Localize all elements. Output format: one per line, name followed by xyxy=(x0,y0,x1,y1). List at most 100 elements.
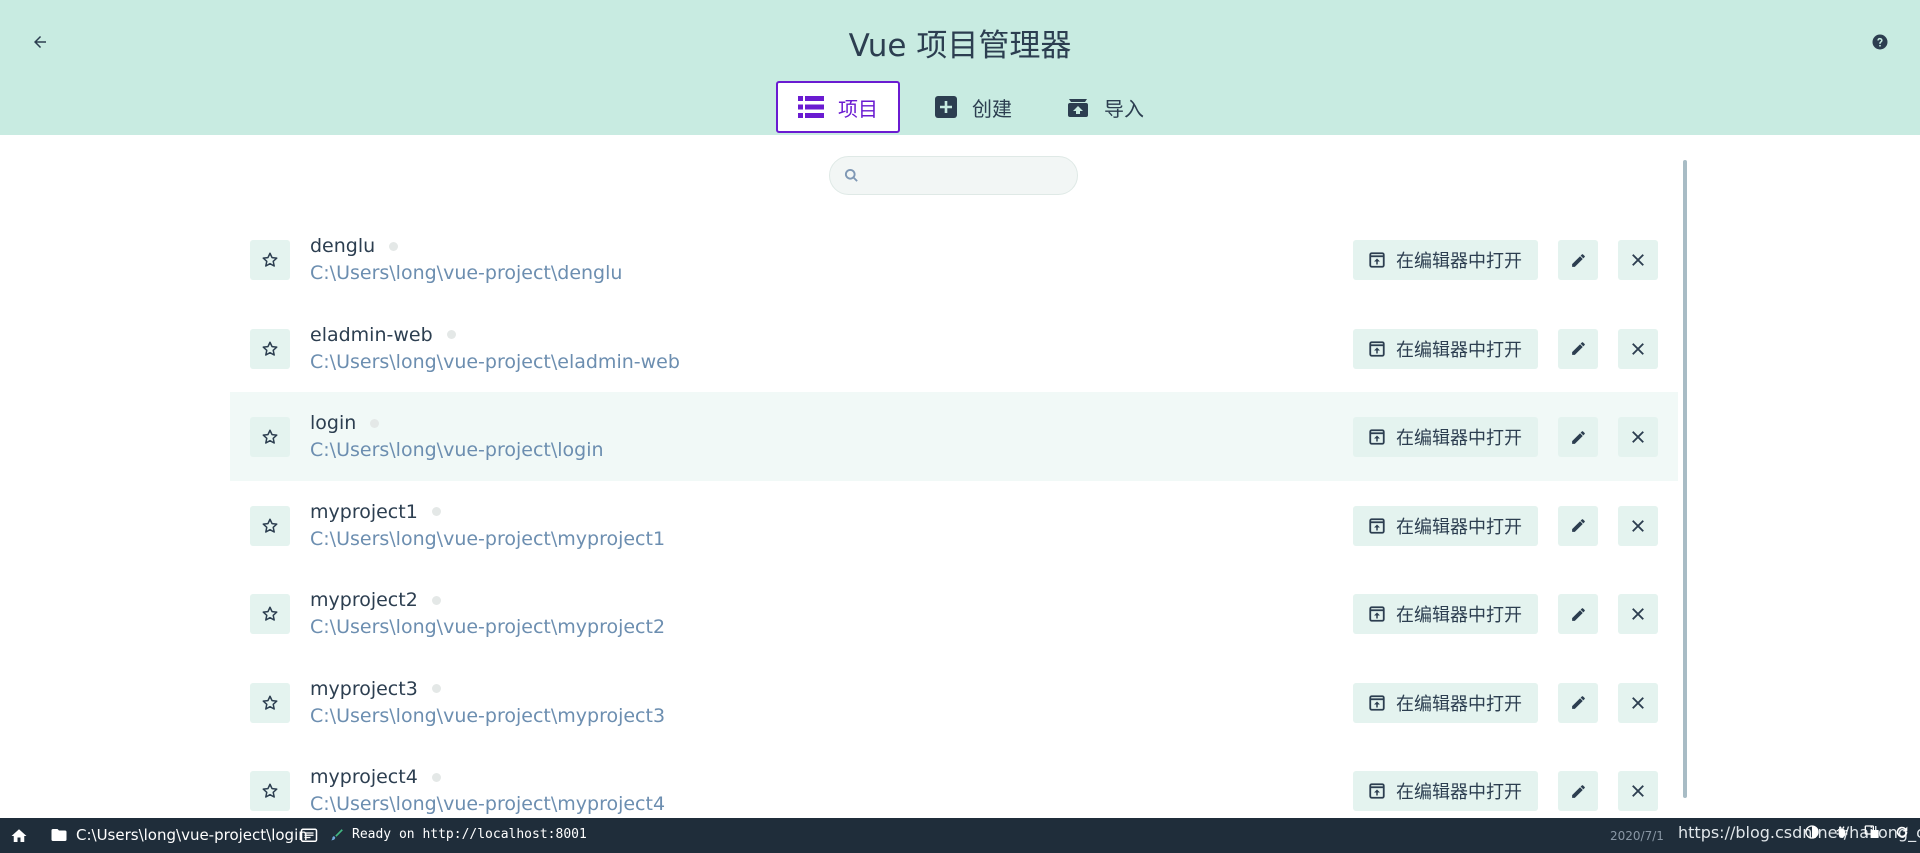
favorite-button[interactable] xyxy=(250,771,290,811)
project-path: C:\Users\long\vue-project\denglu xyxy=(310,262,623,284)
tab-create-label: 创建 xyxy=(972,96,1012,121)
tab-import[interactable]: 导入 xyxy=(1046,81,1164,133)
status-bar-actions xyxy=(1804,824,1910,840)
project-path: C:\Users\long\vue-project\myproject3 xyxy=(310,704,666,727)
translate-icon[interactable] xyxy=(1864,824,1880,840)
edit-button[interactable] xyxy=(1558,240,1598,280)
page-title: Vue 项目管理器 xyxy=(848,28,1072,64)
project-row-myproject1[interactable]: myproject1 C:\Users\long\vue-project\myp… xyxy=(230,481,1678,570)
close-icon xyxy=(1632,696,1644,709)
project-row-denglu[interactable]: denglu C:\Users\long\vue-project\denglu … xyxy=(230,215,1678,304)
remove-button[interactable] xyxy=(1618,328,1658,369)
project-name-text: myproject3 xyxy=(310,677,418,700)
star-outline-icon xyxy=(262,606,278,621)
tab-create[interactable]: 创建 xyxy=(914,81,1032,133)
remove-button[interactable] xyxy=(1618,682,1658,723)
project-name-text: myproject4 xyxy=(310,766,418,788)
open-in-editor-button[interactable]: 在编辑器中打开 xyxy=(1353,594,1538,634)
home-button[interactable] xyxy=(10,827,28,845)
project-row-login[interactable]: login C:\Users\long\vue-project\login 在编… xyxy=(230,392,1678,481)
close-icon xyxy=(1632,254,1644,266)
project-path: C:\Users\long\vue-project\myproject4 xyxy=(310,793,666,815)
search-box xyxy=(829,156,1078,195)
pencil-icon xyxy=(1571,696,1585,709)
edit-button[interactable] xyxy=(1558,328,1598,369)
status-dot xyxy=(431,507,441,516)
open-in-editor-button[interactable]: 在编辑器中打开 xyxy=(1353,505,1538,546)
star-outline-icon xyxy=(262,429,278,444)
favorite-button[interactable] xyxy=(250,240,290,280)
open-in-browser-icon xyxy=(1368,340,1386,358)
open-in-editor-button[interactable]: 在编辑器中打开 xyxy=(1353,771,1538,811)
project-name-text: eladmin-web xyxy=(310,323,433,346)
project-list: denglu C:\Users\long\vue-project\denglu … xyxy=(230,215,1678,835)
status-bar: C:\Users\long\vue-project\login Ready on… xyxy=(0,818,1920,853)
remove-button[interactable] xyxy=(1618,505,1658,546)
cwd-button[interactable]: C:\Users\long\vue-project\login xyxy=(50,826,308,844)
project-row-eladmin-web[interactable]: eladmin-web C:\Users\long\vue-project\el… xyxy=(230,304,1678,393)
star-outline-icon xyxy=(262,341,278,356)
remove-button[interactable] xyxy=(1618,240,1658,280)
star-outline-icon xyxy=(262,695,278,710)
refresh-icon[interactable] xyxy=(1894,824,1910,840)
pencil-icon xyxy=(1571,607,1585,621)
pencil-icon xyxy=(1571,519,1585,532)
open-in-browser-icon xyxy=(1368,782,1386,800)
project-row-myproject3[interactable]: myproject3 C:\Users\long\vue-project\myp… xyxy=(230,658,1678,747)
favorite-button[interactable] xyxy=(250,682,290,723)
open-in-editor-label: 在编辑器中打开 xyxy=(1396,605,1522,626)
remove-button[interactable] xyxy=(1618,594,1658,634)
open-in-editor-button[interactable]: 在编辑器中打开 xyxy=(1353,328,1538,369)
favorite-button[interactable] xyxy=(250,417,290,457)
project-path: C:\Users\long\vue-project\login xyxy=(310,439,604,461)
bug-icon[interactable] xyxy=(1834,824,1850,840)
open-in-editor-button[interactable]: 在编辑器中打开 xyxy=(1353,417,1538,457)
project-name: eladmin-web xyxy=(310,324,456,346)
open-in-editor-label: 在编辑器中打开 xyxy=(1396,516,1522,538)
project-name: myproject1 xyxy=(310,501,441,523)
pencil-icon xyxy=(1571,430,1585,444)
star-outline-icon xyxy=(262,518,278,533)
project-row-myproject2[interactable]: myproject2 C:\Users\long\vue-project\myp… xyxy=(230,569,1678,658)
open-in-editor-label: 在编辑器中打开 xyxy=(1396,693,1522,715)
open-in-browser-icon xyxy=(1368,694,1386,712)
status-dot xyxy=(431,595,441,605)
close-icon xyxy=(1632,431,1644,443)
favorite-button[interactable] xyxy=(250,505,290,546)
search-icon xyxy=(844,168,858,182)
remove-button[interactable] xyxy=(1618,771,1658,811)
tab-projects[interactable]: 项目 xyxy=(776,81,900,133)
open-in-editor-label: 在编辑器中打开 xyxy=(1396,782,1522,803)
remove-button[interactable] xyxy=(1618,417,1658,457)
project-path: C:\Users\long\vue-project\eladmin-web xyxy=(310,350,680,373)
open-in-editor-button[interactable]: 在编辑器中打开 xyxy=(1353,240,1538,280)
project-name: denglu xyxy=(310,235,399,257)
add-box-icon xyxy=(934,95,958,119)
edit-button[interactable] xyxy=(1558,594,1598,634)
project-name-text: denglu xyxy=(310,235,376,257)
project-name-text: login xyxy=(310,412,357,434)
favorite-button[interactable] xyxy=(250,328,290,369)
list-scrollbar[interactable] xyxy=(1683,160,1687,798)
open-in-editor-label: 在编辑器中打开 xyxy=(1396,339,1522,361)
help-button[interactable] xyxy=(1864,26,1896,58)
close-icon xyxy=(1632,342,1644,355)
edit-button[interactable] xyxy=(1558,417,1598,457)
open-in-editor-button[interactable]: 在编辑器中打开 xyxy=(1353,682,1538,723)
tab-projects-label: 项目 xyxy=(838,96,878,121)
search-input[interactable] xyxy=(867,165,1071,186)
edit-button[interactable] xyxy=(1558,682,1598,723)
favorite-button[interactable] xyxy=(250,594,290,634)
close-icon xyxy=(1632,608,1644,620)
project-name-text: myproject1 xyxy=(310,500,418,523)
open-in-editor-label: 在编辑器中打开 xyxy=(1396,428,1522,449)
star-outline-icon xyxy=(262,783,278,798)
edit-button[interactable] xyxy=(1558,505,1598,546)
pencil-icon xyxy=(1571,253,1585,267)
cwd-path: C:\Users\long\vue-project\login xyxy=(76,826,308,844)
brush-icon xyxy=(331,828,343,840)
tab-import-label: 导入 xyxy=(1104,96,1144,121)
edit-button[interactable] xyxy=(1558,771,1598,811)
log-button[interactable] xyxy=(300,827,318,845)
dark-mode-icon[interactable] xyxy=(1804,824,1820,840)
